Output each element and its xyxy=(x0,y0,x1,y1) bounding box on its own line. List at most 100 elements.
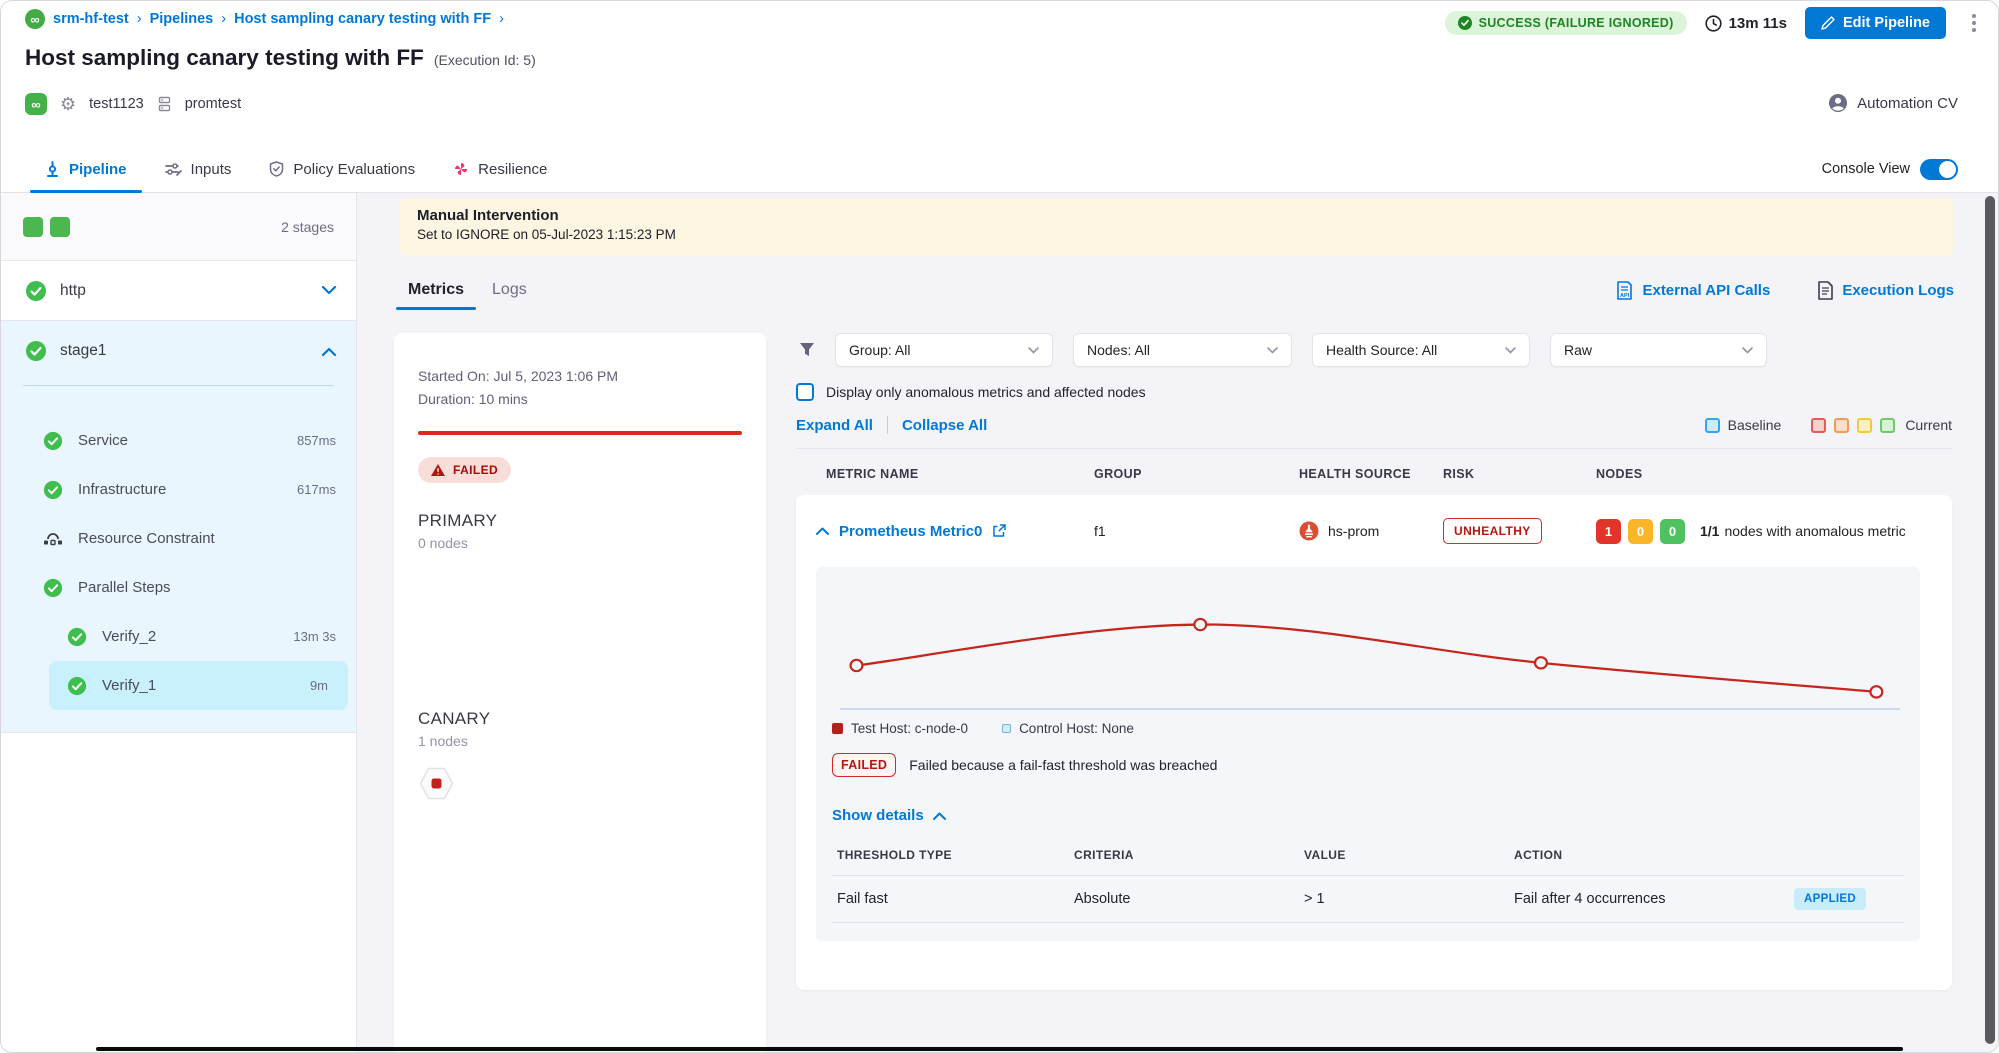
nodes-filter-dropdown[interactable]: Nodes: All xyxy=(1073,333,1292,367)
chevron-down-icon[interactable] xyxy=(322,286,336,295)
step-duration: 617ms xyxy=(297,482,336,497)
analysis-reason-row: FAILED Failed because a fail-fast thresh… xyxy=(832,753,1904,777)
chevron-up-icon[interactable] xyxy=(322,347,336,356)
check-circle-icon xyxy=(67,627,87,647)
step-label: Infrastructure xyxy=(78,481,166,498)
console-view-toggle[interactable] xyxy=(1920,159,1958,180)
divider xyxy=(887,416,888,434)
breadcrumb-pipelines[interactable]: Pipelines xyxy=(150,11,214,27)
service-env-row: ∞ ⚙ test1123 promtest xyxy=(25,93,241,115)
health-source-value: hs-prom xyxy=(1328,523,1379,539)
value-value: > 1 xyxy=(1304,891,1514,907)
stages-count: 2 stages xyxy=(281,219,334,235)
sidebar-stage-http[interactable]: http xyxy=(1,261,356,321)
sidebar-stage-stage1[interactable]: stage1 xyxy=(1,321,356,381)
content-area: Manual Intervention Set to IGNORE on 05-… xyxy=(357,193,1998,1052)
sidebar-step-infrastructure[interactable]: Infrastructure 617ms xyxy=(1,465,356,514)
tab-inputs[interactable]: Inputs xyxy=(150,146,247,192)
api-document-icon: API xyxy=(1616,281,1633,300)
check-circle-icon xyxy=(67,676,87,696)
more-options-menu[interactable] xyxy=(1964,10,1984,36)
tab-pipeline[interactable]: Pipeline xyxy=(30,146,142,192)
edit-pipeline-button[interactable]: Edit Pipeline xyxy=(1805,7,1946,39)
canary-node-hexagon-icon[interactable] xyxy=(418,767,455,800)
stage-square-icon[interactable] xyxy=(23,217,43,237)
health-source-filter-dropdown[interactable]: Health Source: All xyxy=(1312,333,1530,367)
anomalous-only-checkbox[interactable] xyxy=(796,383,814,401)
metric-row: Prometheus Metric0 f1 hs-prom UNHEALTHY … xyxy=(796,495,1952,567)
sidebar-step-service[interactable]: Service 857ms xyxy=(1,416,356,465)
svg-text:API: API xyxy=(1620,293,1630,299)
filter-funnel-icon[interactable] xyxy=(799,342,815,358)
breadcrumb-pipeline-name[interactable]: Host sampling canary testing with FF xyxy=(234,11,491,27)
step-label: Parallel Steps xyxy=(78,579,171,596)
shield-check-icon xyxy=(269,161,284,177)
vertical-scrollbar-thumb[interactable] xyxy=(1985,196,1995,1044)
risk-badge-unhealthy: UNHEALTHY xyxy=(1443,518,1542,544)
duration-label: 13m 11s xyxy=(1729,15,1787,32)
show-details-control[interactable]: Show details xyxy=(832,807,1904,824)
check-circle-icon xyxy=(25,340,47,362)
banner-subtitle: Set to IGNORE on 05-Jul-2023 1:15:23 PM xyxy=(417,227,1936,242)
external-api-calls-link[interactable]: API External API Calls xyxy=(1616,281,1770,300)
chevron-up-icon xyxy=(933,812,946,820)
status-badge-label: SUCCESS (FAILURE IGNORED) xyxy=(1479,16,1674,30)
env-name[interactable]: promtest xyxy=(185,96,241,112)
stage-label: http xyxy=(60,282,86,300)
tab-pipeline-label: Pipeline xyxy=(69,161,127,178)
resilience-icon xyxy=(453,161,469,177)
canary-group-label: CANARY xyxy=(418,709,742,729)
data-mode-dropdown[interactable]: Raw xyxy=(1550,333,1767,367)
avatar-icon xyxy=(1828,93,1848,113)
chevron-down-icon xyxy=(1742,347,1753,354)
status-badge: SUCCESS (FAILURE IGNORED) xyxy=(1445,11,1687,35)
tab-metrics[interactable]: Metrics xyxy=(394,268,478,312)
sidebar-step-verify-1-selected[interactable]: Verify_1 9m xyxy=(49,661,348,710)
document-icon xyxy=(1818,281,1833,300)
expand-collapse-row: Expand All Collapse All Baseline Current xyxy=(796,416,1952,434)
metric-name-link[interactable]: Prometheus Metric0 xyxy=(839,523,982,540)
anomalous-only-label: Display only anomalous metrics and affec… xyxy=(826,384,1146,400)
col-risk: RISK xyxy=(1443,467,1596,481)
collapse-all-link[interactable]: Collapse All xyxy=(902,417,987,434)
metric-row-card: Prometheus Metric0 f1 hs-prom UNHEALTHY … xyxy=(796,495,1952,990)
sidebar-step-resource-constraint[interactable]: Resource Constraint xyxy=(1,514,356,563)
collapse-chevron-up-icon[interactable] xyxy=(816,527,829,535)
tab-logs[interactable]: Logs xyxy=(478,268,541,312)
breadcrumb-project[interactable]: srm-hf-test xyxy=(53,11,129,27)
tab-logs-label: Logs xyxy=(492,281,527,299)
banner-title: Manual Intervention xyxy=(417,207,1936,224)
primary-group-label: PRIMARY xyxy=(418,511,742,531)
criteria-value: Absolute xyxy=(1074,891,1304,907)
data-mode-value: Raw xyxy=(1564,342,1592,358)
service-name[interactable]: test1123 xyxy=(89,96,144,112)
stage-square-icon[interactable] xyxy=(50,217,70,237)
page-title: Host sampling canary testing with FF xyxy=(25,45,424,71)
group-filter-dropdown[interactable]: Group: All xyxy=(835,333,1053,367)
anomalous-filter-row: Display only anomalous metrics and affec… xyxy=(796,383,1952,401)
tab-resilience[interactable]: Resilience xyxy=(438,146,562,192)
node-count-warning: 0 xyxy=(1628,519,1653,544)
sidebar-step-parallel-steps[interactable]: Parallel Steps xyxy=(1,563,356,612)
sidebar-step-verify-2[interactable]: Verify_2 13m 3s xyxy=(1,612,356,661)
nodes-ratio: 1/1 xyxy=(1700,523,1719,539)
verify-step-summary-card: Started On: Jul 5, 2023 1:06 PM Duration… xyxy=(394,333,766,1052)
chevron-down-icon xyxy=(1028,347,1039,354)
chevron-down-icon xyxy=(1267,347,1278,354)
external-link-icon[interactable] xyxy=(992,524,1006,538)
col-group: GROUP xyxy=(1094,467,1299,481)
execution-sidebar: 2 stages http stage1 Service 857ms Infra… xyxy=(1,193,357,1052)
breadcrumb-separator: › xyxy=(137,11,142,27)
harness-logo-icon: ∞ xyxy=(25,9,45,29)
pipeline-icon xyxy=(45,161,60,177)
canary-metric-line-chart[interactable] xyxy=(832,581,1904,713)
execution-logs-link[interactable]: Execution Logs xyxy=(1818,281,1954,300)
canary-nodes-count: 1 nodes xyxy=(418,733,742,749)
expand-all-link[interactable]: Expand All xyxy=(796,417,873,434)
inputs-icon xyxy=(165,162,182,177)
show-details-link[interactable]: Show details xyxy=(832,807,924,824)
tab-policy-evaluations[interactable]: Policy Evaluations xyxy=(254,146,430,192)
filter-row: Group: All Nodes: All Health Source: All… xyxy=(796,333,1952,367)
action-value: Fail after 4 occurrences xyxy=(1514,891,1666,907)
nodes-filter-value: Nodes: All xyxy=(1087,342,1150,358)
